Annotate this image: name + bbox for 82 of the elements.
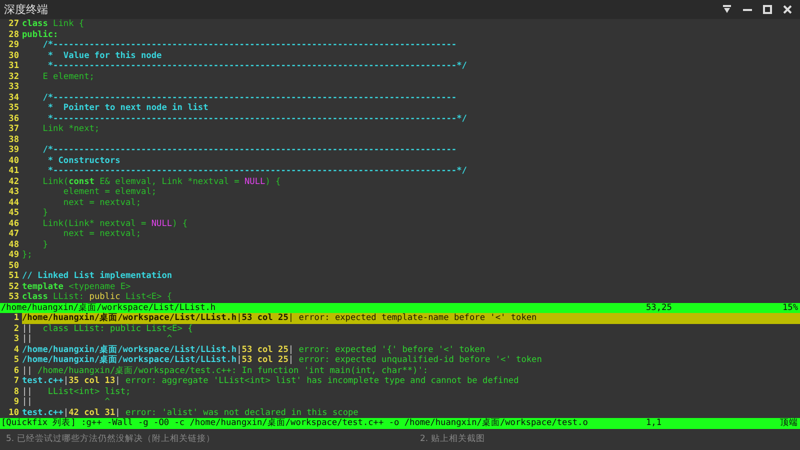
line-number: 45: [8, 208, 20, 218]
code-line: /*------------------------------------------------------------------------------: [42, 145, 457, 156]
code-line: next = nextval;: [62, 198, 141, 208]
line-number: 39: [8, 145, 20, 156]
line-number: 33: [8, 82, 20, 92]
line-number: 30: [8, 50, 20, 61]
quickfix-entry[interactable]: /home/huangxin/桌面/workspace/List/LList.h|53 col 25| error: expected template-name before '<' token: [22, 313, 800, 324]
line-number: 2: [12, 324, 20, 334]
line-number: 9: [12, 397, 20, 408]
line-number: 7: [12, 376, 20, 386]
quickfix-entry[interactable]: || ^: [22, 334, 800, 344]
code-line: E element;: [42, 72, 94, 82]
line-number: 47: [8, 229, 20, 240]
code-line: // Linked List implementation: [22, 271, 172, 282]
line-number: 53: [8, 292, 20, 302]
line-number: 48: [8, 240, 20, 250]
code-line: /*------------------------------------------------------------------------------: [42, 40, 457, 50]
quickfix-entry[interactable]: test.c++|35 col 13| error: aggregate 'LList<int> list' has incomplete type and cannot be defined: [22, 376, 800, 386]
line-number: 40: [8, 156, 20, 166]
line-number: 42: [8, 176, 20, 187]
line-number: 41: [8, 166, 20, 176]
scroll-position: 顶端: [779, 418, 799, 428]
quickfix-entry[interactable]: || /home/huangxin/桌面/workspace/test.c++: In function 'int main(int, char**)':: [22, 366, 800, 376]
code-line: * Constructors: [46, 156, 120, 166]
file-path: /home/huangxin/桌面/workspace/List/LList.h: [0, 302, 217, 312]
line-number: 37: [8, 124, 20, 134]
code-line: Link *next;: [42, 124, 100, 134]
code-line: public:: [22, 30, 58, 40]
code-line: /*------------------------------------------------------------------------------: [42, 92, 457, 103]
quickfix-entry[interactable]: || class LList: public List<E> {: [22, 324, 800, 334]
line-number: 4: [12, 344, 20, 355]
line-number: 43: [8, 187, 20, 198]
code-line: class LList: public List<E> {: [22, 292, 172, 302]
quickfix-entry[interactable]: /home/huangxin/桌面/workspace/List/LList.h|53 col 25| error: expected '{' before '<' token: [22, 344, 800, 355]
code-line: Link(const E& elemval, Link *nextval = NULL) {: [42, 176, 281, 187]
line-number: 32: [8, 72, 20, 82]
code-line: element = elemval;: [62, 187, 157, 198]
close-icon[interactable]: [783, 5, 792, 14]
background-page-text: 2. 贴上相关截图: [420, 433, 485, 446]
cursor-position: 53,25: [646, 302, 673, 313]
line-number: 8: [12, 386, 20, 397]
window-title: 深度终端: [4, 2, 48, 17]
line-number: 44: [8, 198, 20, 208]
line-number: 50: [8, 260, 20, 271]
line-number: 1: [12, 313, 20, 324]
line-number: 52: [8, 282, 20, 292]
code-line: *------------------------------------------------------------------------------*/: [46, 114, 467, 124]
line-number: 51: [8, 271, 20, 282]
line-number: 5: [12, 355, 20, 366]
line-number: 28: [8, 30, 20, 40]
code-line: Link(Link* nextval = NULL) {: [42, 218, 188, 229]
code-line: * Value for this node: [46, 50, 162, 61]
cursor-position: 1,1: [646, 418, 663, 428]
code-line: *------------------------------------------------------------------------------*/: [46, 166, 467, 176]
code-line: next = nextval;: [62, 229, 141, 240]
maximize-icon[interactable]: [763, 5, 772, 14]
line-number: 3: [12, 334, 20, 344]
quickfix-entry[interactable]: /home/huangxin/桌面/workspace/List/LList.h|53 col 25| error: expected unqualified-id before '<' token: [22, 355, 800, 366]
line-number: 6: [12, 366, 20, 376]
code-line: };: [22, 250, 32, 260]
code-line: * Pointer to next node in list: [46, 103, 208, 114]
quickfix-entry[interactable]: test.c++|42 col 31| error: 'alist' was not declared in this scope: [22, 408, 800, 418]
quickfix-entry[interactable]: || ^: [22, 397, 800, 408]
line-number: 29: [8, 40, 20, 50]
line-number: 36: [8, 114, 20, 124]
line-number: 10: [8, 408, 20, 418]
line-number: 31: [8, 61, 20, 72]
code-line: *------------------------------------------------------------------------------*/: [46, 61, 467, 72]
code-line: template <typename E>: [22, 282, 131, 292]
code-line: }: [42, 240, 48, 250]
line-number: 46: [8, 218, 20, 229]
line-number: 38: [8, 134, 20, 145]
line-number: 49: [8, 250, 20, 260]
quickfix-entry[interactable]: || LList<int> list;: [22, 386, 800, 397]
code-line: }: [42, 208, 48, 218]
code-line: class Link {: [22, 19, 84, 30]
background-page-text: 5. 已经尝试过哪些方法仍然没解决（附上相关链接）: [6, 433, 216, 446]
line-number: 35: [8, 103, 20, 114]
command-line: [Quickfix 列表] :g++ -Wall -g -O0 -c /home/huangxin/桌面/workspace/test.c++ -o /home/huangxin/桌面/workspace/test.o: [0, 418, 589, 428]
scroll-percent: 15%: [781, 302, 799, 313]
line-number: 27: [8, 19, 20, 30]
line-number: 34: [8, 92, 20, 103]
